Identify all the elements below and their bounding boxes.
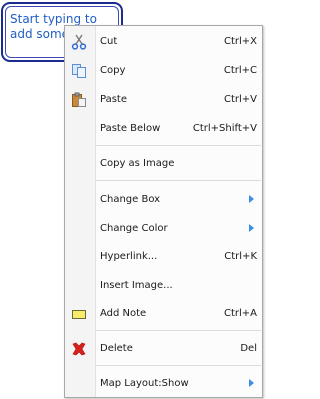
menu-item-shortcut: Ctrl+X [223,36,257,47]
menu-item-shortcut: Del [240,343,257,354]
menu-item-label: Copy as Image [100,158,175,169]
menu-item-label: Change Color [100,223,168,234]
menu-item-label: Copy [100,65,126,76]
menu-item-shortcut: Ctrl+V [223,94,257,105]
menu-item-label: Insert Image... [100,280,173,291]
copy-icon [72,64,86,78]
menu-item-cut[interactable]: Cut Ctrl+X [65,27,262,56]
menu-item-shortcut: Ctrl+K [224,251,257,262]
menu-item-shortcut: Ctrl+C [223,65,257,76]
menu-item-change-color[interactable]: Change Color [65,214,262,243]
menu-item-label: Change Box [100,194,161,205]
scissors-icon [71,34,87,50]
menu-item-label: Delete [100,343,133,354]
menu-item-change-box[interactable]: Change Box [65,185,262,214]
menu-separator [96,330,261,331]
menu-separator [96,180,261,181]
menu-item-label: Paste [100,94,127,105]
menu-item-delete[interactable]: Delete Del [65,334,262,363]
menu-item-paste-below[interactable]: Paste Below Ctrl+Shift+V [65,114,262,143]
menu-item-copy-as-image[interactable]: Copy as Image [65,149,262,178]
menu-item-hyperlink[interactable]: Hyperlink... Ctrl+K [65,242,262,271]
menu-item-label: Cut [100,36,118,47]
menu-item-label: Add Note [100,308,147,319]
menu-item-copy[interactable]: Copy Ctrl+C [65,56,262,85]
menu-separator [96,365,261,366]
menu-item-shortcut: Ctrl+Shift+V [192,123,257,134]
menu-item-label: Map Layout:Show [100,378,189,389]
delete-icon [72,342,86,356]
menu-item-add-note[interactable]: Add Note Ctrl+A [65,299,262,328]
menu-item-label: Paste Below [100,123,161,134]
submenu-arrow-icon [249,379,254,387]
note-icon [72,310,86,319]
menu-item-label: Hyperlink... [100,251,158,262]
menu-item-insert-image[interactable]: Insert Image... [65,271,262,300]
submenu-arrow-icon [249,195,254,203]
menu-item-map-layout-show[interactable]: Map Layout:Show [65,369,262,398]
menu-separator [96,145,261,146]
menu-item-shortcut: Ctrl+A [223,308,257,319]
menu-item-paste[interactable]: Paste Ctrl+V [65,85,262,114]
context-menu: Cut Ctrl+X Copy Ctrl+C Paste Ctrl+V Past… [64,25,263,398]
paste-icon [72,92,86,107]
submenu-arrow-icon [249,224,254,232]
